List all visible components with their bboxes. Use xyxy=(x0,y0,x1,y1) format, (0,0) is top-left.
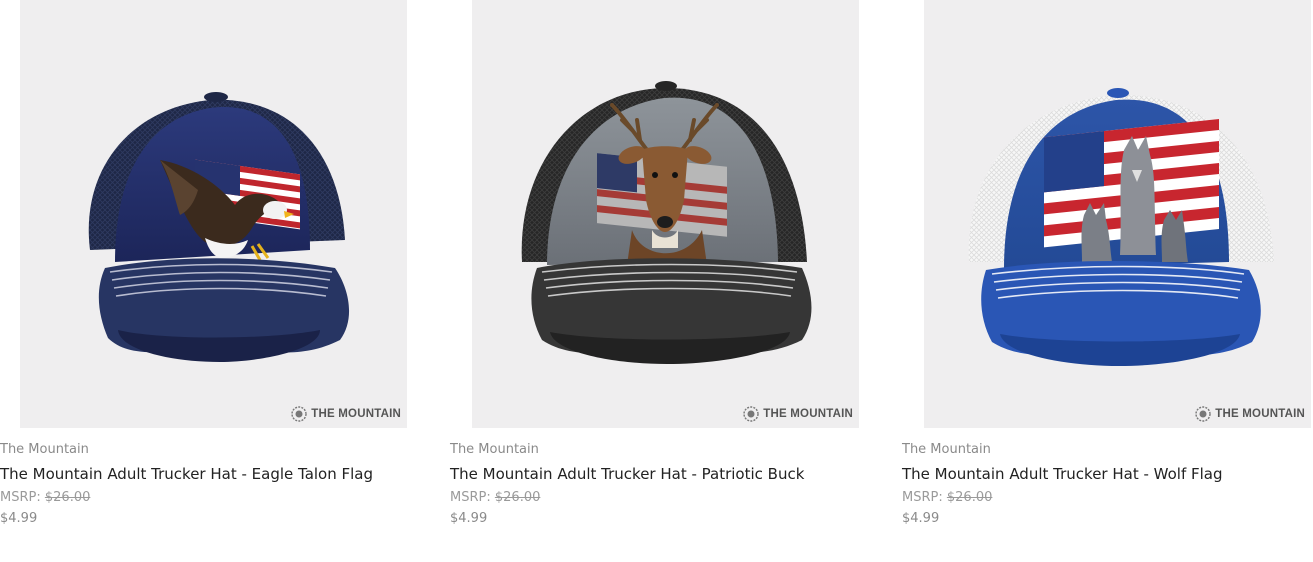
product-msrp: MSRP: $26.00 xyxy=(450,490,860,506)
msrp-value: $26.00 xyxy=(44,490,91,505)
msrp-label: MSRP: xyxy=(902,490,943,505)
product-msrp: MSRP: $26.00 xyxy=(0,490,410,506)
product-card[interactable]: THE MOUNTAIN The Mountain The Mountain A… xyxy=(450,0,860,527)
brand-logo: THE MOUNTAIN xyxy=(743,406,853,422)
msrp-value: $26.00 xyxy=(494,490,541,505)
product-image-wolf-flag[interactable]: THE MOUNTAIN xyxy=(924,0,1311,428)
msrp-label: MSRP: xyxy=(0,490,41,505)
product-price: $4.99 xyxy=(450,511,488,526)
product-title-link[interactable]: The Mountain Adult Trucker Hat - Eagle T… xyxy=(0,465,410,483)
product-title-link[interactable]: The Mountain Adult Trucker Hat - Patriot… xyxy=(450,465,860,483)
product-title-link[interactable]: The Mountain Adult Trucker Hat - Wolf Fl… xyxy=(902,465,1312,483)
product-card[interactable]: THE MOUNTAIN The Mountain The Mountain A… xyxy=(0,0,410,527)
wolf-flag-hat-image xyxy=(968,88,1274,366)
buck-hat-image xyxy=(521,81,812,364)
sun-logo-icon xyxy=(743,406,759,422)
product-price: $4.99 xyxy=(0,511,38,526)
product-price: $4.99 xyxy=(902,511,940,526)
product-brand: The Mountain xyxy=(902,442,991,457)
brand-logo: THE MOUNTAIN xyxy=(291,406,401,422)
msrp-label: MSRP: xyxy=(450,490,491,505)
product-image-patriotic-buck[interactable]: THE MOUNTAIN xyxy=(472,0,859,428)
product-grid: THE MOUNTAIN The Mountain The Mountain A… xyxy=(0,0,1313,562)
brand-logo-text: THE MOUNTAIN xyxy=(311,408,401,420)
product-brand: The Mountain xyxy=(0,442,89,457)
product-image-eagle-talon-flag[interactable]: THE MOUNTAIN xyxy=(20,0,407,428)
sun-logo-icon xyxy=(1195,406,1211,422)
brand-logo: THE MOUNTAIN xyxy=(1195,406,1305,422)
msrp-value: $26.00 xyxy=(946,490,993,505)
eagle-flag-hat-image xyxy=(88,92,350,362)
sun-logo-icon xyxy=(291,406,307,422)
brand-logo-text: THE MOUNTAIN xyxy=(1215,408,1305,420)
brand-logo-text: THE MOUNTAIN xyxy=(763,408,853,420)
product-msrp: MSRP: $26.00 xyxy=(902,490,1312,506)
product-card[interactable]: THE MOUNTAIN The Mountain The Mountain A… xyxy=(902,0,1312,527)
product-brand: The Mountain xyxy=(450,442,539,457)
